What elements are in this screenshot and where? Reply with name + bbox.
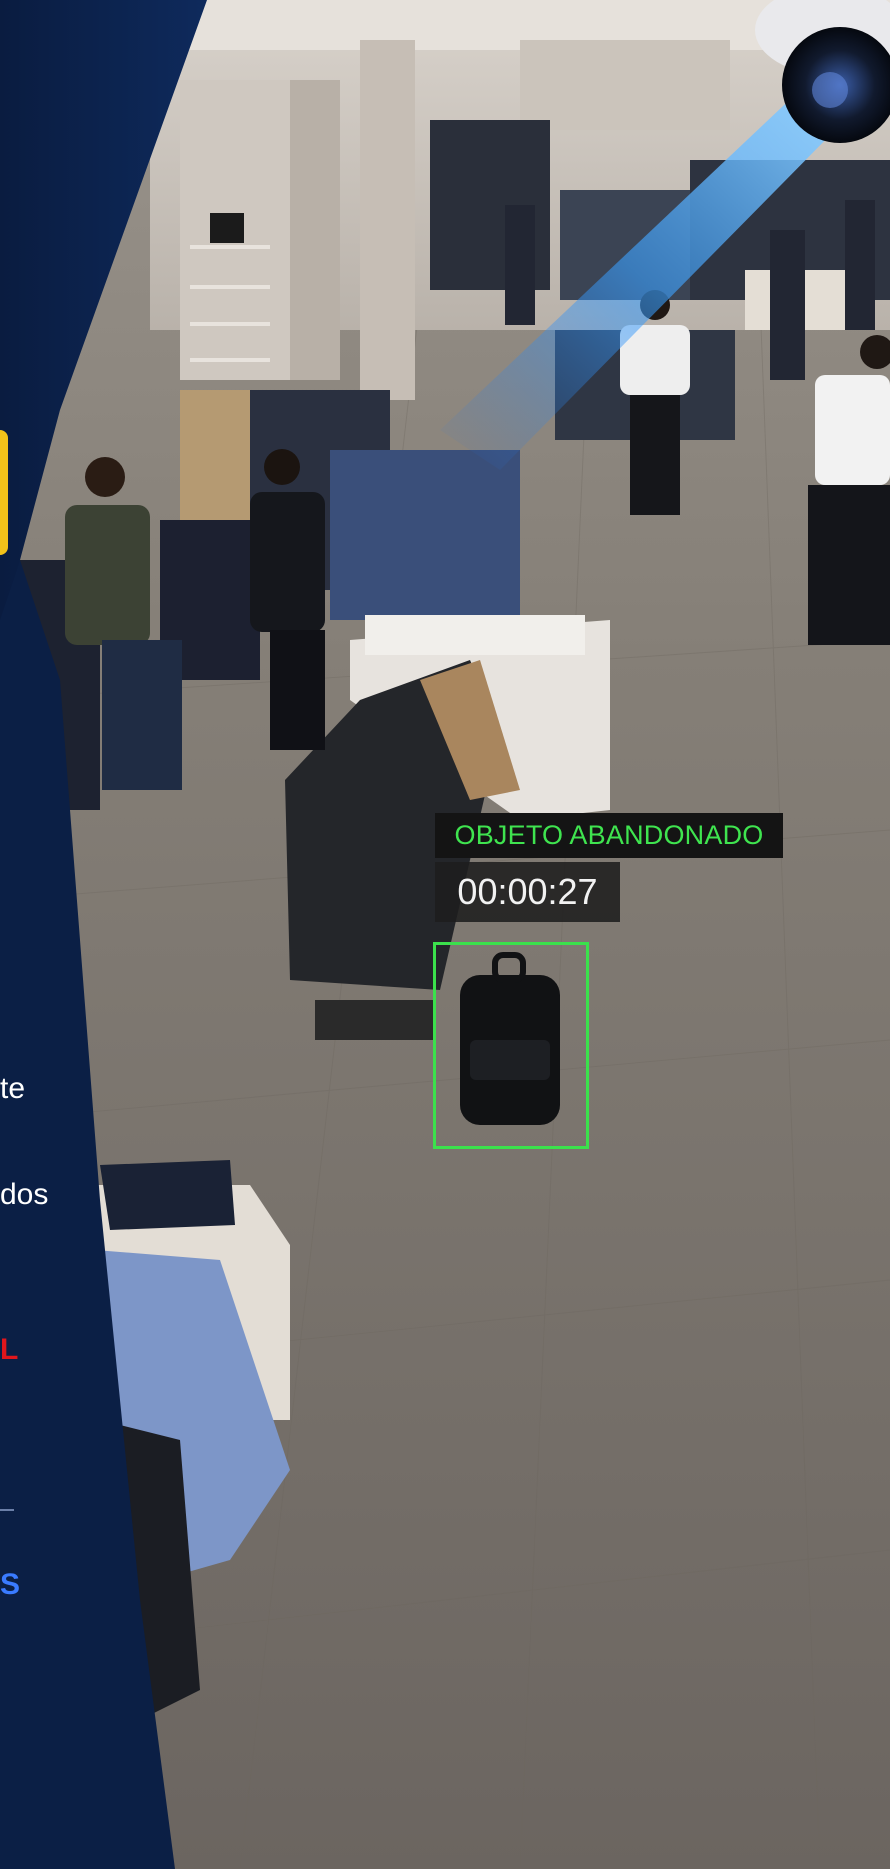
yellow-tab-edge xyxy=(0,430,8,555)
promo-side-panel xyxy=(0,0,207,1869)
detection-bounding-box xyxy=(433,942,589,1149)
panel-text-fragment-blue: S xyxy=(0,1568,21,1601)
panel-text-fragment: dos xyxy=(0,1178,49,1211)
abandoned-object-alert-label: OBJETO ABANDONADO xyxy=(435,813,783,858)
panel-text-fragment: te xyxy=(0,1072,26,1105)
surveillance-image: te dos L S OBJETO ABANDONADO 00:00:27 xyxy=(0,0,890,1869)
alert-timer: 00:00:27 xyxy=(435,862,620,922)
panel-text-fragment-red: L xyxy=(0,1333,19,1366)
